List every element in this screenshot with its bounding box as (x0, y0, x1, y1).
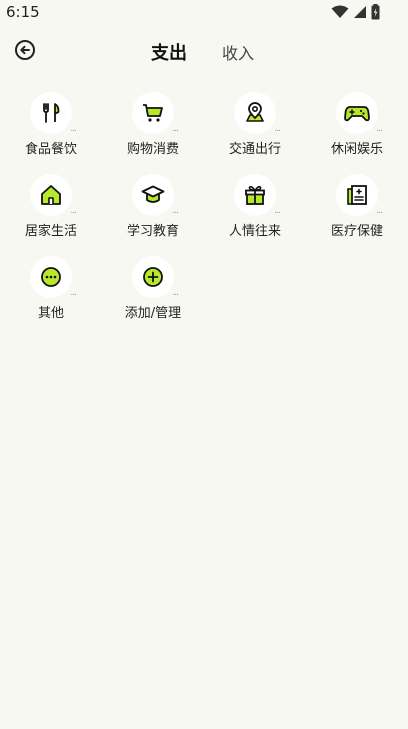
map-pin-icon (246, 102, 264, 122)
category-label: 交通出行 (228, 142, 281, 157)
signal-icon (354, 6, 366, 18)
category-add-manage[interactable]: ... 添加/管理 (102, 256, 204, 334)
category-icon-circle: ... (336, 174, 383, 216)
fork-knife-icon (43, 103, 60, 123)
medical-record-icon (347, 185, 367, 205)
tab-income[interactable]: 收入 (222, 40, 254, 64)
category-label: 医疗保健 (330, 224, 383, 239)
more-dots: ... (172, 288, 179, 298)
tab-expense[interactable]: 支出 (151, 39, 187, 65)
status-time: 6:15 (6, 3, 40, 21)
more-dots: ... (274, 124, 281, 134)
more-dots: ... (70, 206, 77, 216)
more-dots: ... (376, 124, 383, 134)
category-home[interactable]: ... 居家生活 (0, 174, 102, 252)
category-label: 人情往来 (228, 224, 281, 239)
home-icon (41, 185, 61, 205)
battery-icon (371, 4, 380, 20)
category-education[interactable]: ... 学习教育 (102, 174, 204, 252)
category-icon-circle: ... (30, 174, 77, 216)
category-icon-circle: ... (30, 92, 77, 134)
category-label: 食品餐饮 (24, 142, 77, 157)
shopping-cart-icon (143, 104, 163, 122)
category-label: 学习教育 (126, 224, 179, 239)
status-icons (331, 4, 380, 20)
more-dots: ... (172, 124, 179, 134)
category-icon-circle: ... (234, 92, 281, 134)
status-bar: 6:15 (0, 0, 408, 26)
category-icon-circle: ... (132, 174, 179, 216)
category-medical[interactable]: ... 医疗保健 (306, 174, 408, 252)
back-arrow-icon (15, 40, 35, 60)
gift-icon (245, 185, 265, 205)
category-icon-circle: ... (234, 174, 281, 216)
more-dots: ... (274, 206, 281, 216)
category-icon-circle: ... (336, 92, 383, 134)
category-label: 休闲娱乐 (330, 142, 383, 157)
more-icon (41, 267, 61, 287)
graduation-cap-icon (141, 185, 165, 203)
category-label: 添加/管理 (124, 306, 182, 321)
category-other[interactable]: ... 其他 (0, 256, 102, 334)
back-button[interactable] (13, 38, 37, 62)
more-dots: ... (376, 206, 383, 216)
category-shopping[interactable]: ... 购物消费 (102, 92, 204, 170)
category-icon-circle: ... (132, 256, 179, 298)
category-label: 其他 (37, 306, 64, 321)
category-label: 购物消费 (126, 142, 179, 157)
more-dots: ... (70, 124, 77, 134)
more-dots: ... (172, 206, 179, 216)
plus-icon (143, 267, 163, 287)
category-gifts[interactable]: ... 人情往来 (204, 174, 306, 252)
category-icon-circle: ... (30, 256, 77, 298)
category-food[interactable]: ... 食品餐饮 (0, 92, 102, 170)
more-dots: ... (70, 288, 77, 298)
wifi-icon (331, 5, 349, 18)
category-icon-circle: ... (132, 92, 179, 134)
category-label: 居家生活 (24, 224, 77, 239)
gamepad-icon (344, 106, 370, 122)
category-leisure[interactable]: ... 休闲娱乐 (306, 92, 408, 170)
header: 支出 收入 (0, 28, 408, 72)
category-transport[interactable]: ... 交通出行 (204, 92, 306, 170)
